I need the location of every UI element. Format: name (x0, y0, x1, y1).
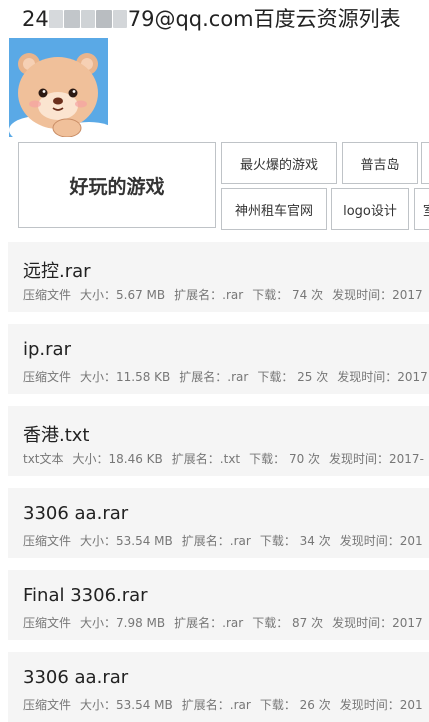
file-name[interactable]: 3306 aa.rar (23, 667, 128, 688)
file-found-time: 发现时间：2017- (329, 452, 424, 466)
file-item[interactable]: ip.rar 压缩文件 大小：11.58 KB 扩展名：.rar 下载： 25 次发现… (8, 324, 429, 394)
tag-item[interactable]: 神州租车官网 (221, 188, 327, 230)
file-found-time: 发现时间：2017 (337, 370, 428, 384)
file-found-time: 发现时间：201 (339, 534, 423, 548)
page-title: 24 79@qq.com百度云资源列表 (22, 4, 429, 34)
tag-item-partial[interactable] (421, 142, 429, 184)
file-size: 大小：7.98 MB (80, 616, 166, 630)
tag-featured[interactable]: 好玩的游戏 (18, 142, 216, 228)
file-meta: 压缩文件 大小：5.67 MB 扩展名：.rar 下载： 74 次发现时间：2017 (23, 286, 429, 303)
tag-item[interactable]: 普吉岛 (342, 142, 418, 184)
file-found-time: 发现时间：2017 (332, 616, 423, 630)
file-ext: 扩展名：.rar (174, 616, 244, 630)
file-downloads: 下载： 25 次 (257, 370, 329, 384)
title-prefix: 24 (22, 7, 49, 31)
file-ext: 扩展名：.txt (171, 452, 241, 466)
file-type: 压缩文件 (23, 534, 72, 548)
redacted-block (80, 10, 95, 28)
file-downloads: 下载： 34 次 (259, 534, 331, 548)
file-meta: 压缩文件 大小：7.98 MB 扩展名：.rar 下载： 87 次发现时间：2017 (23, 614, 429, 631)
file-name[interactable]: Final 3306.rar (23, 585, 148, 606)
file-ext: 扩展名：.rar (181, 534, 251, 548)
file-item[interactable]: 香港.txt txt文本 大小：18.46 KB 扩展名：.txt 下载： 70 次发… (8, 406, 429, 476)
file-found-time: 发现时间：201 (339, 698, 423, 712)
file-meta: 压缩文件 大小：53.54 MB 扩展名：.rar 下载： 34 次发现时间：201 (23, 532, 429, 549)
file-name[interactable]: 3306 aa.rar (23, 503, 128, 524)
tag-item[interactable]: logo设计 (331, 188, 409, 230)
file-ext: 扩展名：.rar (181, 698, 251, 712)
file-name[interactable]: ip.rar (23, 339, 71, 360)
file-type: 压缩文件 (23, 288, 72, 302)
redacted-block (112, 10, 127, 28)
file-meta: 压缩文件 大小：11.58 KB 扩展名：.rar 下载： 25 次发现时间：2017 (23, 368, 429, 385)
file-item[interactable]: Final 3306.rar 压缩文件 大小：7.98 MB 扩展名：.rar 下载：… (8, 570, 429, 640)
file-item[interactable]: 3306 aa.rar 压缩文件 大小：53.54 MB 扩展名：.rar 下载： 3… (8, 488, 429, 558)
file-item[interactable]: 3306 aa.rar 压缩文件 大小：53.54 MB 扩展名：.rar 下载： 2… (8, 652, 429, 722)
file-size: 大小：18.46 KB (72, 452, 163, 466)
file-size: 大小：5.67 MB (80, 288, 166, 302)
file-ext: 扩展名：.rar (179, 370, 249, 384)
file-downloads: 下载： 70 次 (249, 452, 321, 466)
file-downloads: 下载： 26 次 (259, 698, 331, 712)
redacted-block (48, 10, 63, 28)
file-meta: txt文本 大小：18.46 KB 扩展名：.txt 下载： 70 次发现时间：201… (23, 450, 429, 467)
avatar[interactable] (9, 38, 108, 137)
file-meta: 压缩文件 大小：53.54 MB 扩展名：.rar 下载： 26 次发现时间：201 (23, 696, 429, 713)
redacted-block (95, 10, 112, 28)
file-name[interactable]: 香港.txt (23, 421, 90, 447)
file-type: 压缩文件 (23, 616, 72, 630)
file-found-time: 发现时间：2017 (332, 288, 423, 302)
tag-item[interactable]: 室 (414, 188, 429, 230)
bear-avatar-icon (9, 38, 108, 137)
file-size: 大小：53.54 MB (80, 698, 173, 712)
tag-item[interactable]: 最火爆的游戏 (221, 142, 337, 184)
title-tail: 79@qq.com百度云资源列表 (127, 7, 401, 31)
file-ext: 扩展名：.rar (174, 288, 244, 302)
file-downloads: 下载： 74 次 (252, 288, 324, 302)
file-type: 压缩文件 (23, 370, 72, 384)
file-type: 压缩文件 (23, 698, 72, 712)
file-size: 大小：53.54 MB (80, 534, 173, 548)
file-size: 大小：11.58 KB (80, 370, 171, 384)
file-item[interactable]: 远控.rar 压缩文件 大小：5.67 MB 扩展名：.rar 下载： 74 次发现时… (8, 242, 429, 312)
file-type: txt文本 (23, 452, 64, 466)
file-downloads: 下载： 87 次 (252, 616, 324, 630)
file-name[interactable]: 远控.rar (23, 257, 91, 283)
redacted-block (63, 10, 80, 28)
